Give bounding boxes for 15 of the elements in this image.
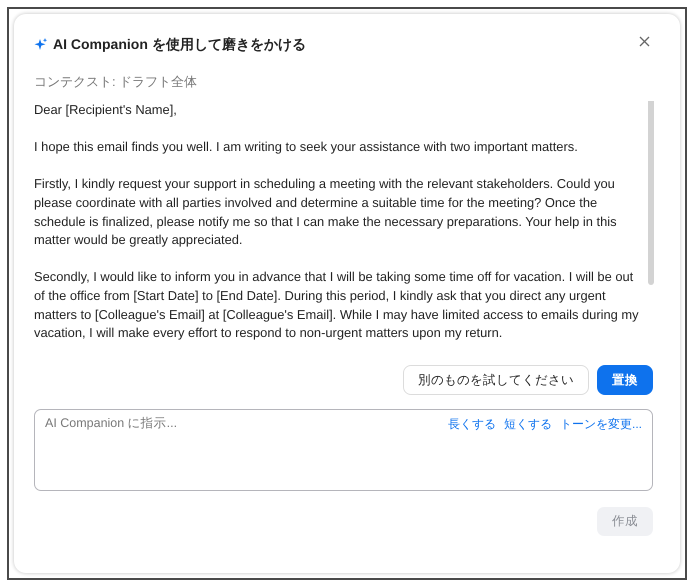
replace-button[interactable]: 置換 [597, 365, 653, 395]
dialog-title: AI Companion を使用して磨きをかける [53, 36, 307, 54]
email-paragraph: I hope this email finds you well. I am writing to seek your assistance with two important matters. [34, 138, 579, 156]
email-paragraph: Secondly, I would like to inform you in advance that I will be taking some time off for vacation. I will be out of the office from [Start Date] to [End Date]. During this period, I kindly ask that you direct any urgent matters to [Colleague's Email] at [Colleague's Email]. While I may have limited access to emails during my vacation, I will make every effort to respond to non-urgent matters upon my return. [34, 268, 640, 342]
suggestion-link[interactable]: トーンを変更... [560, 416, 642, 433]
context-label: コンテクスト: ドラフト全体 [34, 73, 198, 91]
suggestion-link[interactable]: 短くする [504, 416, 552, 433]
prompt-field[interactable]: AI Companion に指示... 長くする 短くする トーンを変更... [34, 409, 653, 491]
close-icon [638, 36, 650, 46]
suggestion-link[interactable]: 長くする [448, 416, 496, 433]
email-paragraph: Firstly, I kindly request your support in scheduling a meeting with the relevant stakeholders. Could you please coordinate with all parties involved and determine a suitable time for the meeting? Once the schedule is finalized, please notify me so that I can make the necessary preparations. Your help in this matter would be greatly appreciated. [34, 175, 618, 250]
sparkle-icon [34, 38, 48, 52]
email-paragraph: Dear [Recipient's Name], [34, 101, 178, 119]
scrollbar-thumb[interactable] [648, 101, 654, 285]
retry-button[interactable]: 別のものを試してください [403, 365, 589, 395]
